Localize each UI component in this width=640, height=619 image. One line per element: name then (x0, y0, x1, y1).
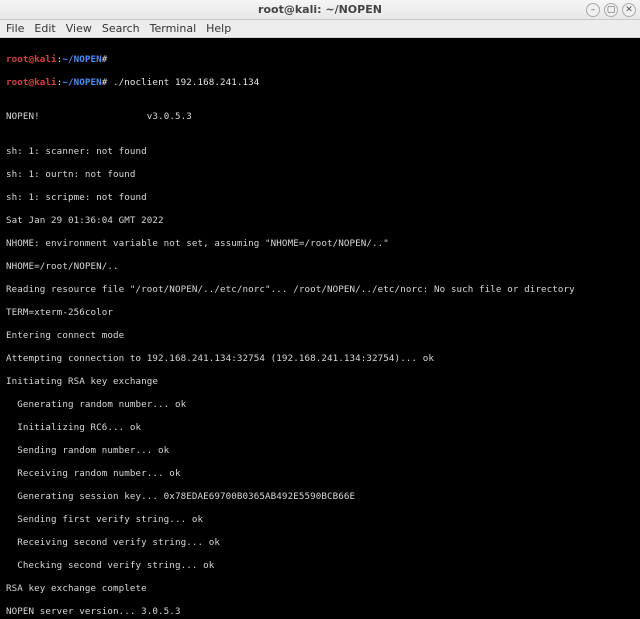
menu-edit[interactable]: Edit (34, 22, 55, 35)
menu-help[interactable]: Help (206, 22, 231, 35)
prompt-path: ~/NOPEN (62, 77, 101, 88)
terminal-body[interactable]: root@kali:~/NOPEN# root@kali:~/NOPEN# ./… (0, 38, 640, 619)
menu-file[interactable]: File (6, 22, 24, 35)
out-line: Checking second verify string... ok (6, 560, 634, 572)
menu-view[interactable]: View (66, 22, 92, 35)
out-line: NOPEN server version... 3.0.5.3 (6, 606, 634, 618)
out-banner: NOPEN! v3.0.5.3 (6, 111, 634, 123)
command-text: ./noclient 192.168.241.134 (113, 77, 259, 88)
out-line: Sending first verify string... ok (6, 514, 634, 526)
window-title: root@kali: ~/NOPEN (0, 3, 640, 16)
out-line: Sat Jan 29 01:36:04 GMT 2022 (6, 215, 634, 227)
out-line: sh: 1: scanner: not found (6, 146, 634, 158)
out-line: Attempting connection to 192.168.241.134… (6, 353, 634, 365)
out-line: TERM=xterm-256color (6, 307, 634, 319)
maximize-button[interactable]: ▢ (604, 3, 618, 17)
prompt-user: root@kali (6, 54, 57, 65)
minimize-button[interactable]: – (586, 3, 600, 17)
titlebar: root@kali: ~/NOPEN – ▢ ✕ (0, 0, 640, 20)
menubar: File Edit View Search Terminal Help (0, 20, 640, 38)
out-line: Initializing RC6... ok (6, 422, 634, 434)
out-line: Generating random number... ok (6, 399, 634, 411)
prompt-user: root@kali (6, 77, 57, 88)
prompt-line-2: root@kali:~/NOPEN# ./noclient 192.168.24… (6, 77, 634, 89)
out-line: Receiving second verify string... ok (6, 537, 634, 549)
prompt-line-1: root@kali:~/NOPEN# (6, 54, 634, 66)
close-button[interactable]: ✕ (622, 3, 636, 17)
out-line: NHOME: environment variable not set, ass… (6, 238, 634, 250)
menu-search[interactable]: Search (102, 22, 140, 35)
out-line: sh: 1: scripme: not found (6, 192, 634, 204)
out-line: Sending random number... ok (6, 445, 634, 457)
out-line: NHOME=/root/NOPEN/.. (6, 261, 634, 273)
out-line: Initiating RSA key exchange (6, 376, 634, 388)
out-line: RSA key exchange complete (6, 583, 634, 595)
out-line: Generating session key... 0x78EDAE69700B… (6, 491, 634, 503)
menu-terminal[interactable]: Terminal (150, 22, 197, 35)
out-line: Reading resource file "/root/NOPEN/../et… (6, 284, 634, 296)
out-line: sh: 1: ourtn: not found (6, 169, 634, 181)
window-controls: – ▢ ✕ (586, 3, 636, 17)
prompt-path: ~/NOPEN (62, 54, 101, 65)
out-line: Receiving random number... ok (6, 468, 634, 480)
terminal-window: root@kali: ~/NOPEN – ▢ ✕ File Edit View … (0, 0, 640, 619)
out-line: Entering connect mode (6, 330, 634, 342)
